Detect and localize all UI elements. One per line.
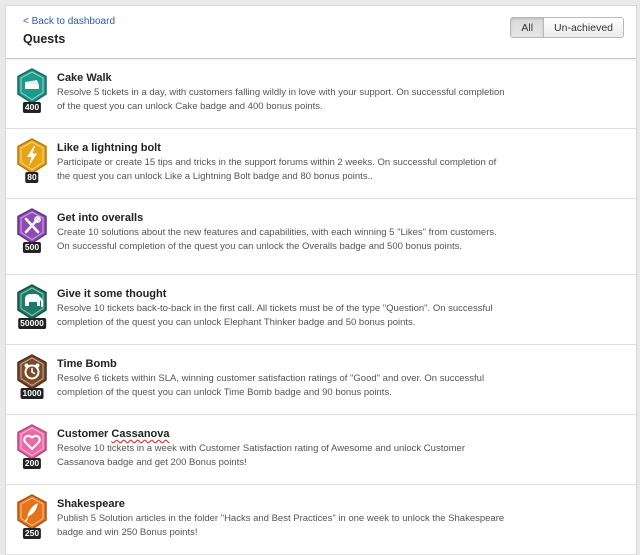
quest-badge[interactable]: 50000 [16, 284, 48, 330]
quest-title[interactable]: Time Bomb [57, 358, 117, 370]
quest-description: Create 10 solutions about the new featur… [57, 227, 497, 252]
quests-panel: < Back to dashboard Quests All Un-achiev… [5, 5, 637, 555]
quest-title[interactable]: Customer Cassanova [57, 428, 170, 440]
badge-points: 1000 [20, 388, 44, 399]
quest-description: Resolve 10 tickets back-to-back in the f… [57, 303, 493, 328]
quest-description: Resolve 6 tickets within SLA, winning cu… [57, 373, 485, 398]
quest-item: 250 Shakespeare Publish 5 Solution artic… [6, 485, 636, 555]
quest-badge[interactable]: 80 [16, 138, 48, 184]
tools-icon [17, 208, 47, 244]
quest-title[interactable]: Give it some thought [57, 288, 166, 300]
badge-points: 250 [22, 528, 42, 539]
quest-badge[interactable]: 200 [16, 424, 48, 470]
quest-item: 80 Like a lightning bolt Participate or … [6, 129, 636, 199]
alarm-clock-icon [17, 354, 47, 390]
quest-title[interactable]: Get into overalls [57, 212, 143, 224]
back-to-dashboard-link[interactable]: < Back to dashboard [23, 16, 115, 27]
filter-toggle: All Un-achieved [510, 17, 624, 38]
filter-all-button[interactable]: All [511, 18, 544, 37]
quest-description: Resolve 10 tickets in a week with Custom… [57, 443, 465, 468]
lightning-icon [17, 138, 47, 174]
quest-badge[interactable]: 400 [16, 68, 48, 114]
quest-title[interactable]: Shakespeare [57, 498, 125, 510]
quest-badge[interactable]: 500 [16, 208, 48, 254]
quill-icon [17, 494, 47, 530]
quest-description: Resolve 5 tickets in a day, with custome… [57, 87, 505, 112]
quest-item: 200 Customer Cassanova Resolve 10 ticket… [6, 415, 636, 485]
quest-title[interactable]: Cake Walk [57, 72, 112, 84]
quest-description: Publish 5 Solution articles in the folde… [57, 513, 505, 538]
quest-item: 500 Get into overalls Create 10 solution… [6, 199, 636, 275]
quest-title[interactable]: Like a lightning bolt [57, 142, 161, 154]
page-header: < Back to dashboard Quests All Un-achiev… [6, 6, 636, 59]
quest-item: 1000 Time Bomb Resolve 6 tickets within … [6, 345, 636, 415]
quest-list: 400 Cake Walk Resolve 5 tickets in a day… [6, 59, 636, 555]
quest-description: Participate or create 15 tips and tricks… [57, 157, 497, 182]
page-title: Quests [23, 32, 66, 46]
heart-icon [17, 424, 47, 460]
badge-points: 50000 [18, 318, 46, 329]
filter-unachieved-button[interactable]: Un-achieved [543, 18, 623, 37]
quest-badge[interactable]: 1000 [16, 354, 48, 400]
badge-points: 400 [22, 102, 42, 113]
quest-badge[interactable]: 250 [16, 494, 48, 540]
quest-item: 50000 Give it some thought Resolve 10 ti… [6, 275, 636, 345]
quest-item: 400 Cake Walk Resolve 5 tickets in a day… [6, 59, 636, 129]
badge-points: 80 [25, 172, 39, 183]
badge-points: 500 [22, 242, 42, 253]
cake-icon [17, 68, 47, 104]
elephant-icon [17, 284, 47, 320]
badge-points: 200 [22, 458, 42, 469]
